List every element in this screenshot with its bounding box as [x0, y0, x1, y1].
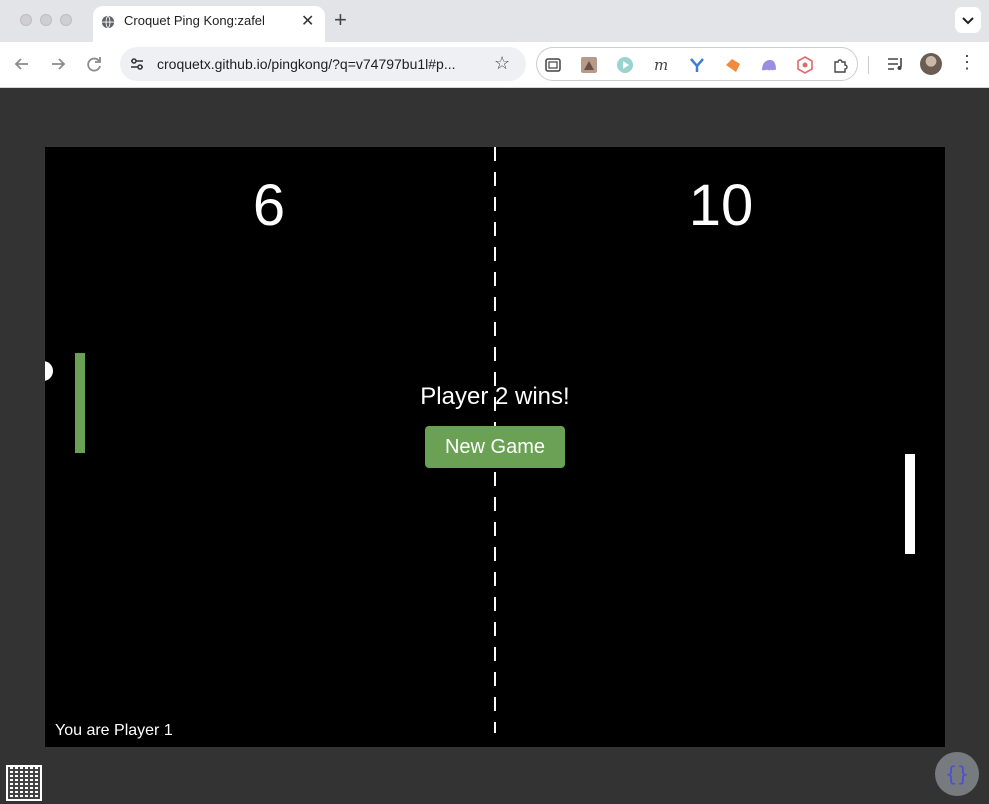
- arrow-right-icon[interactable]: [47, 53, 69, 75]
- player1-paddle[interactable]: [75, 353, 85, 453]
- plus-icon[interactable]: +: [334, 9, 347, 31]
- win-message: Player 2 wins!: [420, 383, 570, 410]
- player1-score: 6: [252, 173, 286, 238]
- page-body: 6 10 Player 2 wins! New Game You are Pla…: [0, 88, 989, 804]
- player2-score: 10: [688, 173, 754, 238]
- tab-search-button[interactable]: [955, 7, 981, 33]
- globe-icon: [101, 15, 115, 29]
- browser-tab[interactable]: Croquet Ping Kong:zafel ✕: [93, 6, 325, 42]
- m-extension-icon[interactable]: m: [652, 56, 670, 74]
- play-extension-icon[interactable]: [616, 56, 634, 74]
- address-bar[interactable]: croquetx.github.io/pingkong/?q=v74797bu1…: [120, 47, 526, 81]
- tab-strip: Croquet Ping Kong:zafel ✕ +: [0, 0, 989, 42]
- chevron-down-icon: [962, 17, 974, 25]
- url-text[interactable]: croquetx.github.io/pingkong/?q=v74797bu1…: [157, 56, 456, 72]
- profile-avatar[interactable]: [920, 53, 942, 75]
- tune-icon[interactable]: [129, 56, 145, 72]
- media-control-icon[interactable]: [886, 54, 906, 74]
- tab-title: Croquet Ping Kong:zafel: [124, 13, 265, 28]
- fox-extension-icon[interactable]: [724, 56, 742, 74]
- screen-capture-icon[interactable]: [544, 56, 562, 74]
- browser-toolbar: croquetx.github.io/pingkong/?q=v74797bu1…: [0, 42, 989, 88]
- arrow-left-icon[interactable]: [11, 53, 33, 75]
- shield-extension-icon[interactable]: [796, 56, 814, 74]
- more-vertical-icon[interactable]: ⋮: [958, 52, 976, 73]
- svg-text:m: m: [654, 56, 668, 74]
- puzzle-icon[interactable]: [832, 56, 850, 74]
- extensions-bar: m: [536, 47, 858, 81]
- zoom-window-button[interactable]: [60, 14, 72, 26]
- new-game-button[interactable]: New Game: [425, 426, 565, 468]
- close-window-button[interactable]: [20, 14, 32, 26]
- toolbar-divider: [868, 56, 869, 74]
- devtools-button[interactable]: {}: [935, 752, 979, 796]
- game-court[interactable]: 6 10 Player 2 wins! New Game You are Pla…: [45, 147, 945, 747]
- minimize-window-button[interactable]: [40, 14, 52, 26]
- qr-code-icon[interactable]: [6, 765, 42, 801]
- curly-braces-icon: {}: [944, 762, 970, 786]
- player2-paddle: [905, 454, 915, 554]
- photo-extension-icon[interactable]: [580, 56, 598, 74]
- ghost-extension-icon[interactable]: [760, 56, 778, 74]
- y-extension-icon[interactable]: [688, 56, 706, 74]
- reload-icon[interactable]: [83, 53, 105, 75]
- player-label: You are Player 1: [55, 722, 173, 739]
- close-icon[interactable]: ✕: [301, 11, 314, 31]
- star-icon[interactable]: ☆: [494, 53, 510, 74]
- ball: [45, 361, 53, 381]
